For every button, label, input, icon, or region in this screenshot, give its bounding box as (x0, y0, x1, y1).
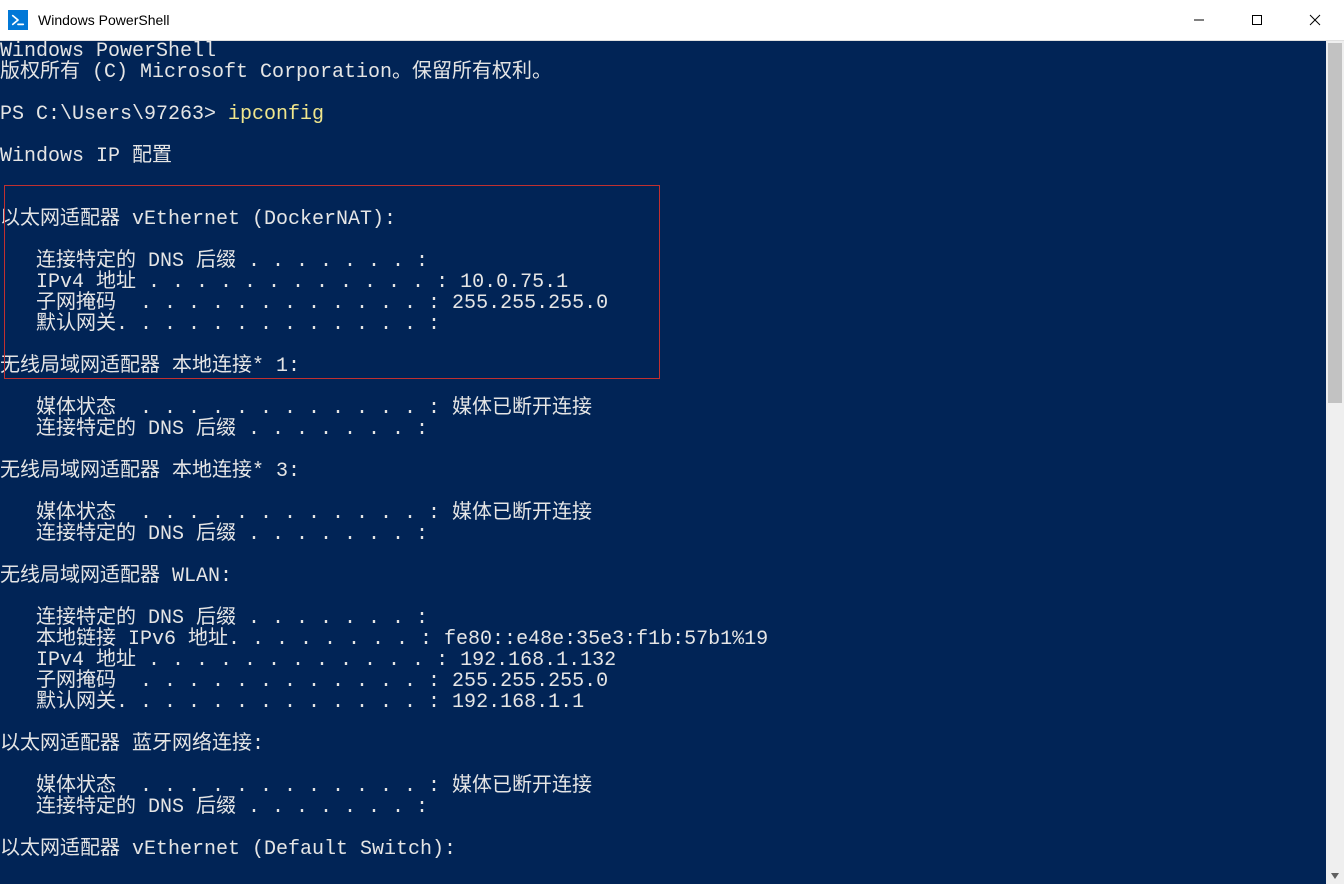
adapter-dockernat-mask: 子网掩码 . . . . . . . . . . . . : 255.255.2… (0, 292, 608, 315)
adapter-wlan-mask: 子网掩码 . . . . . . . . . . . . : 255.255.2… (0, 670, 608, 693)
scroll-down-button[interactable] (1326, 867, 1344, 884)
adapter-wlan-title: 无线局域网适配器 WLAN: (0, 565, 232, 588)
adapter-dockernat-ipv4: IPv4 地址 . . . . . . . . . . . . : 10.0.7… (0, 271, 568, 294)
powershell-icon (8, 10, 28, 30)
window-titlebar: Windows PowerShell (0, 0, 1344, 41)
adapter-dockernat-gw: 默认网关. . . . . . . . . . . . . : (0, 313, 440, 336)
window-controls (1170, 0, 1344, 40)
adapter-wlan-gw: 默认网关. . . . . . . . . . . . . : 192.168.… (0, 691, 584, 714)
minimize-button[interactable] (1170, 0, 1228, 40)
adapter-local3-title: 无线局域网适配器 本地连接* 3: (0, 460, 300, 483)
adapter-wlan-dns: 连接特定的 DNS 后缀 . . . . . . . : (0, 607, 428, 630)
adapter-bt-dns: 连接特定的 DNS 后缀 . . . . . . . : (0, 796, 428, 819)
adapter-local3-media: 媒体状态 . . . . . . . . . . . . : 媒体已断开连接 (0, 502, 592, 525)
adapter-defswitch-title: 以太网适配器 vEthernet (Default Switch): (0, 838, 456, 861)
close-button[interactable] (1286, 0, 1344, 40)
adapter-bt-title: 以太网适配器 蓝牙网络连接: (0, 733, 264, 756)
scrollbar-thumb[interactable] (1328, 43, 1342, 403)
prompt-prefix: PS C:\Users\97263> (0, 103, 228, 126)
banner-line1: Windows PowerShell (0, 41, 216, 63)
terminal-area: Windows PowerShell 版权所有 (C) Microsoft Co… (0, 41, 1344, 884)
adapter-bt-media: 媒体状态 . . . . . . . . . . . . : 媒体已断开连接 (0, 775, 592, 798)
ipconfig-header: Windows IP 配置 (0, 145, 172, 168)
adapter-local1-title: 无线局域网适配器 本地连接* 1: (0, 355, 300, 378)
adapter-dockernat-dns: 连接特定的 DNS 后缀 . . . . . . . : (0, 250, 428, 273)
prompt-command: ipconfig (228, 103, 324, 126)
terminal-scrollbar[interactable] (1326, 41, 1344, 884)
terminal-output[interactable]: Windows PowerShell 版权所有 (C) Microsoft Co… (0, 41, 1326, 884)
window-title: Windows PowerShell (38, 12, 170, 28)
adapter-dockernat-title: 以太网适配器 vEthernet (DockerNAT): (0, 208, 396, 231)
adapter-local1-dns: 连接特定的 DNS 后缀 . . . . . . . : (0, 418, 428, 441)
adapter-local1-media: 媒体状态 . . . . . . . . . . . . : 媒体已断开连接 (0, 397, 592, 420)
adapter-local3-dns: 连接特定的 DNS 后缀 . . . . . . . : (0, 523, 428, 546)
maximize-button[interactable] (1228, 0, 1286, 40)
banner-line2: 版权所有 (C) Microsoft Corporation。保留所有权利。 (0, 61, 552, 84)
titlebar-left: Windows PowerShell (0, 10, 170, 30)
adapter-wlan-ipv4: IPv4 地址 . . . . . . . . . . . . : 192.16… (0, 649, 616, 672)
adapter-wlan-ipv6: 本地链接 IPv6 地址. . . . . . . . : fe80::e48e… (0, 628, 768, 651)
